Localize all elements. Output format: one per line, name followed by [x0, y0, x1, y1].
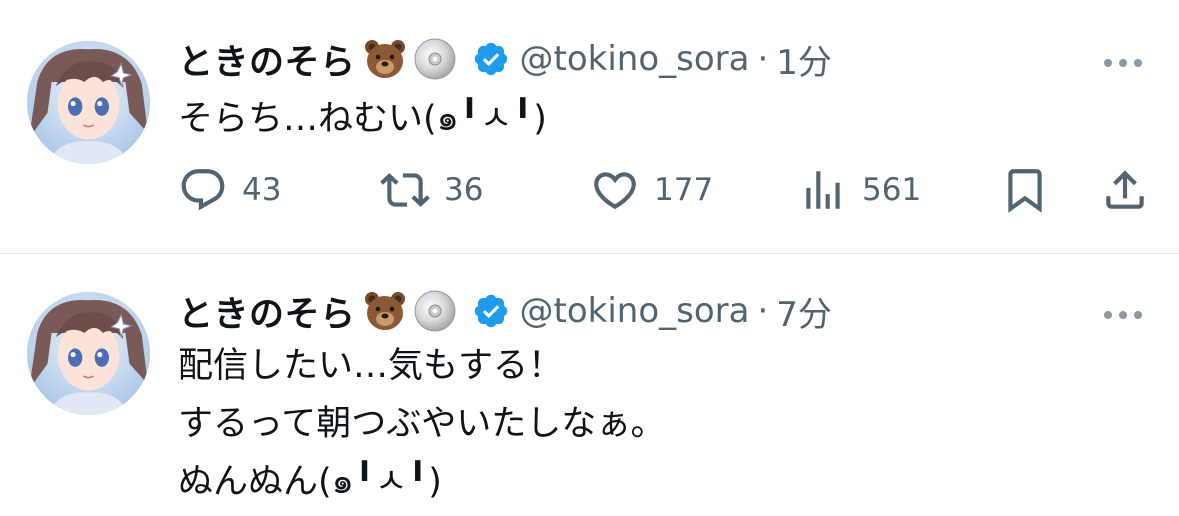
- disc-emoji: [412, 288, 458, 334]
- bookmark-button[interactable]: [1000, 162, 1050, 218]
- bookmark-icon: [1008, 169, 1042, 213]
- reply-count: 43: [242, 172, 282, 208]
- separator-dot: ·: [757, 291, 769, 331]
- view-count: 561: [862, 172, 922, 208]
- tweet[interactable]: ときのそら: [0, 0, 1179, 254]
- avatar[interactable]: [27, 41, 150, 164]
- retweet-count: 36: [444, 172, 484, 208]
- retweet-button[interactable]: 36: [380, 162, 483, 218]
- more-icon[interactable]: [1103, 54, 1143, 67]
- handle[interactable]: @tokino_sora: [520, 291, 750, 331]
- reply-button[interactable]: 43: [178, 162, 281, 218]
- share-icon: [1106, 170, 1144, 209]
- like-icon: [594, 172, 636, 210]
- bear-emoji: [362, 288, 408, 334]
- retweet-icon: [380, 173, 430, 207]
- tweet-text: そらち…ねむい(๑╹ㅅ╹): [178, 99, 547, 139]
- like-button[interactable]: 177: [590, 162, 713, 218]
- handle[interactable]: @tokino_sora: [520, 39, 750, 79]
- avatar[interactable]: [27, 292, 150, 415]
- verified-icon: [472, 292, 510, 330]
- tweet-text: 配信したい…気もする！ するって朝つぶやいたしなぁ。 ぬんぬん(๑╹ㅅ╹): [178, 346, 666, 502]
- bear-emoji: [362, 36, 408, 82]
- display-name[interactable]: ときのそら: [178, 34, 356, 85]
- separator-dot: ·: [757, 39, 769, 79]
- more-icon[interactable]: [1103, 306, 1143, 319]
- disc-emoji: [412, 36, 458, 82]
- tweet[interactable]: ときのそら: [0, 255, 1179, 516]
- views-icon: [806, 171, 840, 209]
- tweet-header: ときのそら: [178, 287, 832, 336]
- views-button[interactable]: 561: [798, 162, 921, 218]
- share-button[interactable]: [1100, 162, 1150, 218]
- verified-icon: [472, 40, 510, 78]
- tweet-header: ときのそら: [178, 35, 832, 84]
- timestamp[interactable]: 1分: [776, 35, 832, 84]
- reply-icon: [181, 169, 225, 211]
- timestamp[interactable]: 7分: [776, 287, 832, 336]
- like-count: 177: [654, 172, 714, 208]
- display-name[interactable]: ときのそら: [178, 286, 356, 337]
- action-bar: 43 36 177 561: [178, 162, 1148, 218]
